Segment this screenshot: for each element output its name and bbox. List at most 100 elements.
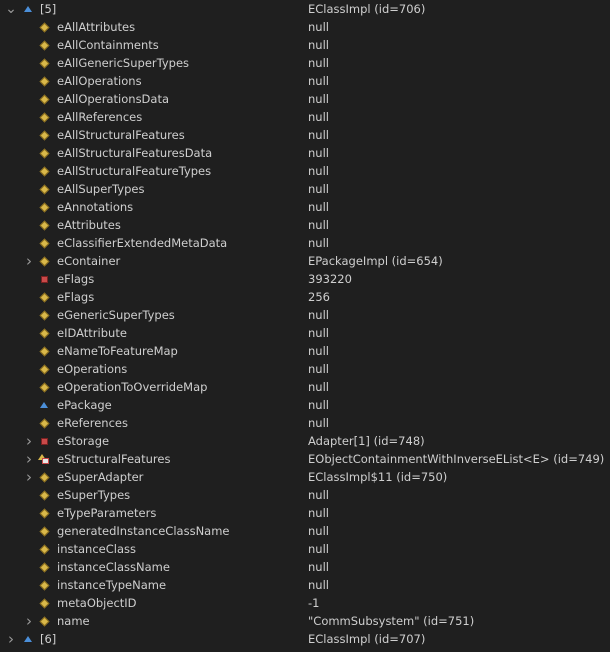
chevron-right-icon[interactable]: › <box>23 432 35 450</box>
variable-value: 256 <box>308 290 330 304</box>
square-red-icon <box>38 432 50 450</box>
variable-value: null <box>308 344 329 358</box>
tree-row[interactable]: › [6] EClassImpl (id=707) <box>0 630 610 648</box>
variable-value: EPackageImpl (id=654) <box>308 254 443 268</box>
tree-row[interactable]: › name "CommSubsystem" (id=751) <box>0 612 610 630</box>
diamond-yellow-icon <box>38 612 50 630</box>
variable-name: eAttributes <box>57 218 121 232</box>
tree-row[interactable]: ⌄ [5] EClassImpl (id=706) <box>0 0 610 18</box>
variable-value: null <box>308 416 329 430</box>
tree-row[interactable]: eAllStructuralFeatureTypes null <box>0 162 610 180</box>
diamond-yellow-icon <box>38 216 50 234</box>
diamond-yellow-icon <box>38 360 50 378</box>
tree-row[interactable]: eAllAttributes null <box>0 18 610 36</box>
variable-value: null <box>308 236 329 250</box>
tree-row[interactable]: eAllStructuralFeaturesData null <box>0 144 610 162</box>
tree-row[interactable]: eAllStructuralFeatures null <box>0 126 610 144</box>
variable-name: eStorage <box>57 434 110 448</box>
tree-row[interactable]: eAnnotations null <box>0 198 610 216</box>
variable-value: null <box>308 92 329 106</box>
tree-row[interactable]: instanceClassName null <box>0 558 610 576</box>
variable-value: null <box>308 308 329 322</box>
tree-row[interactable]: eTypeParameters null <box>0 504 610 522</box>
variables-tree[interactable]: ⌄ [5] EClassImpl (id=706) eAllAttributes nul… <box>0 0 610 652</box>
variable-value: 393220 <box>308 272 352 286</box>
tree-row[interactable]: eGenericSuperTypes null <box>0 306 610 324</box>
chevron-right-icon[interactable]: › <box>23 612 35 630</box>
variable-value: EObjectContainmentWithInverseEList<E> (i… <box>308 452 605 466</box>
chevron-down-icon[interactable]: ⌄ <box>5 0 17 18</box>
tree-row[interactable]: eOperationToOverrideMap null <box>0 378 610 396</box>
variable-value: null <box>308 164 329 178</box>
variable-value: null <box>308 560 329 574</box>
tree-row[interactable]: › eSuperAdapter EClassImpl$11 (id=750) <box>0 468 610 486</box>
diamond-yellow-icon <box>38 486 50 504</box>
tree-row[interactable]: eAttributes null <box>0 216 610 234</box>
variable-value: -1 <box>308 596 320 610</box>
diamond-yellow-icon <box>38 342 50 360</box>
tree-row[interactable]: eAllSuperTypes null <box>0 180 610 198</box>
variable-name: eAllGenericSuperTypes <box>57 56 190 70</box>
variable-name: eAnnotations <box>57 200 134 214</box>
tree-row[interactable]: › eContainer EPackageImpl (id=654) <box>0 252 610 270</box>
tree-row[interactable]: eAllReferences null <box>0 108 610 126</box>
variable-value: "CommSubsystem" (id=751) <box>308 614 475 628</box>
variable-value: null <box>308 74 329 88</box>
diamond-yellow-icon <box>38 378 50 396</box>
variable-value: null <box>308 542 329 556</box>
tree-row[interactable]: eIDAttribute null <box>0 324 610 342</box>
variable-name: eClassifierExtendedMetaData <box>57 236 228 250</box>
diamond-yellow-icon <box>38 414 50 432</box>
tree-row[interactable]: eOperations null <box>0 360 610 378</box>
variable-name: eGenericSuperTypes <box>57 308 175 322</box>
variable-name: eAllReferences <box>57 110 143 124</box>
tree-row[interactable]: eFlags 393220 <box>0 270 610 288</box>
variable-value: null <box>308 326 329 340</box>
tree-row[interactable]: eAllGenericSuperTypes null <box>0 54 610 72</box>
diamond-yellow-icon <box>38 126 50 144</box>
mixed-icon <box>38 450 50 468</box>
variable-name: eAllSuperTypes <box>57 182 145 196</box>
variable-name: eAllOperations <box>57 74 142 88</box>
variable-value: null <box>308 128 329 142</box>
diamond-yellow-icon <box>38 18 50 36</box>
tree-row[interactable]: generatedInstanceClassName null <box>0 522 610 540</box>
tree-row[interactable]: instanceClass null <box>0 540 610 558</box>
diamond-yellow-icon <box>38 288 50 306</box>
chevron-right-icon[interactable]: › <box>5 630 17 648</box>
chevron-right-icon[interactable]: › <box>23 468 35 486</box>
variable-name: eNameToFeatureMap <box>57 344 178 358</box>
chevron-right-icon[interactable]: › <box>23 450 35 468</box>
variable-value: null <box>308 56 329 70</box>
diamond-yellow-icon <box>38 234 50 252</box>
variable-name: instanceTypeName <box>57 578 167 592</box>
tree-row[interactable]: eNameToFeatureMap null <box>0 342 610 360</box>
diamond-yellow-icon <box>38 198 50 216</box>
tree-row[interactable]: eAllOperations null <box>0 72 610 90</box>
tree-row[interactable]: eSuperTypes null <box>0 486 610 504</box>
diamond-yellow-icon <box>38 180 50 198</box>
tree-row[interactable]: eClassifierExtendedMetaData null <box>0 234 610 252</box>
diamond-yellow-icon <box>38 144 50 162</box>
variable-value: EClassImpl (id=706) <box>308 2 426 16</box>
tree-row[interactable]: eAllContainments null <box>0 36 610 54</box>
tree-row[interactable]: › eStructuralFeatures EObjectContainmentWi… <box>0 450 610 468</box>
tree-row[interactable]: metaObjectID -1 <box>0 594 610 612</box>
variable-value: null <box>308 110 329 124</box>
tree-row[interactable]: eReferences null <box>0 414 610 432</box>
diamond-yellow-icon <box>38 306 50 324</box>
diamond-yellow-icon <box>38 468 50 486</box>
tree-row[interactable]: › eStorage Adapter[1] (id=748) <box>0 432 610 450</box>
tree-row[interactable]: eAllOperationsData null <box>0 90 610 108</box>
tree-row[interactable]: instanceTypeName null <box>0 576 610 594</box>
variable-value: null <box>308 200 329 214</box>
variable-name: ePackage <box>57 398 112 412</box>
tree-row[interactable]: eFlags 256 <box>0 288 610 306</box>
chevron-right-icon[interactable]: › <box>23 252 35 270</box>
variable-name: eSuperAdapter <box>57 470 144 484</box>
variable-name: eAllStructuralFeaturesData <box>57 146 213 160</box>
tree-row[interactable]: ePackage null <box>0 396 610 414</box>
diamond-yellow-icon <box>38 252 50 270</box>
variable-name: eOperations <box>57 362 128 376</box>
variable-name: eOperationToOverrideMap <box>57 380 208 394</box>
